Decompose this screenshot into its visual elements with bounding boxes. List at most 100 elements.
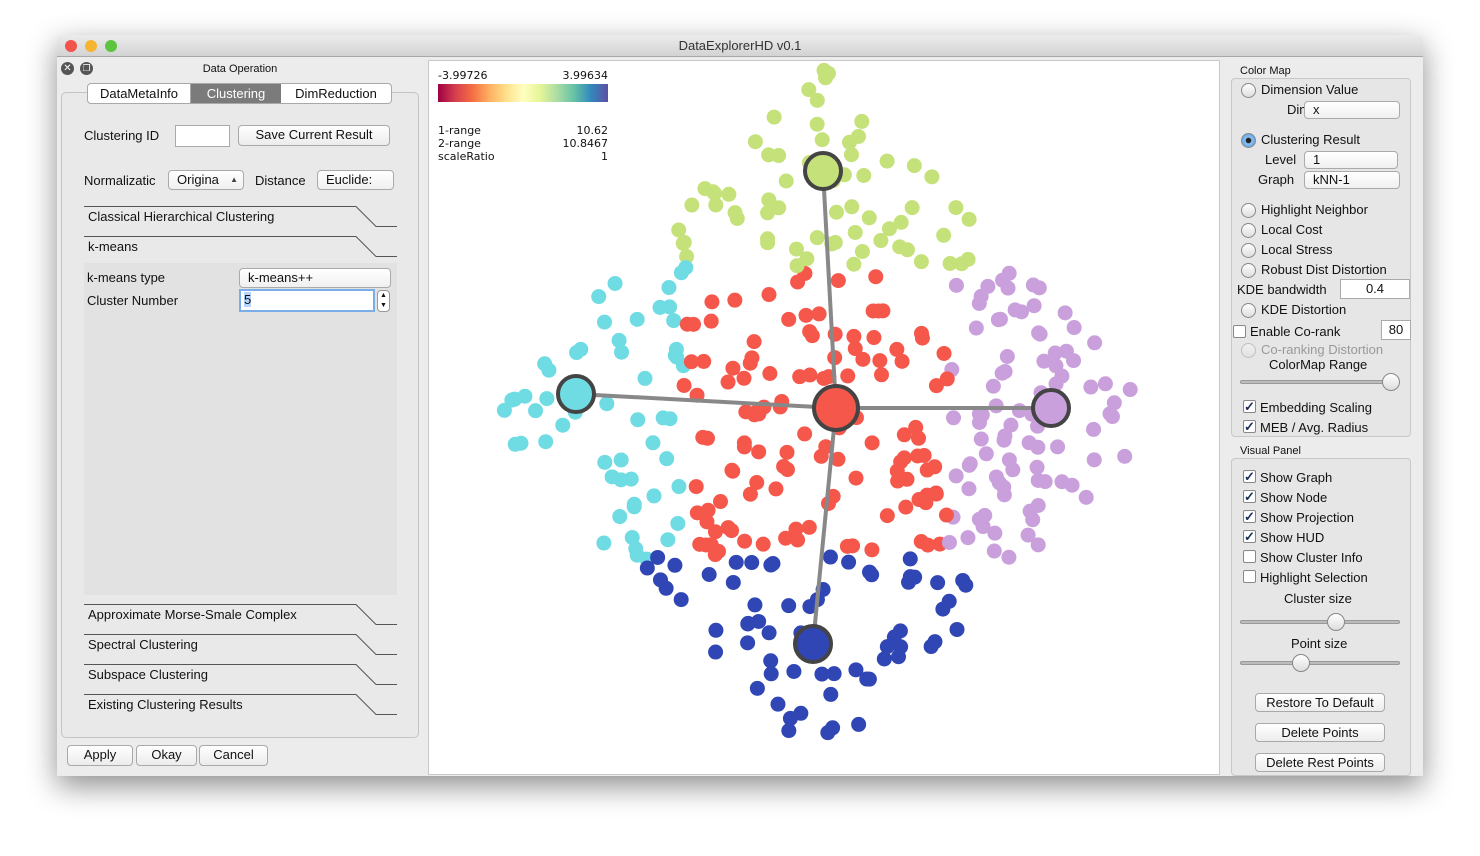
data-point[interactable] bbox=[742, 355, 758, 371]
data-point[interactable] bbox=[569, 345, 585, 361]
data-point[interactable] bbox=[828, 204, 844, 220]
data-point[interactable] bbox=[986, 543, 1002, 559]
data-point[interactable] bbox=[904, 200, 920, 216]
data-point[interactable] bbox=[689, 505, 705, 521]
data-point[interactable] bbox=[599, 396, 615, 412]
data-point[interactable] bbox=[779, 462, 795, 478]
data-point[interactable] bbox=[678, 260, 694, 276]
data-point[interactable] bbox=[1029, 459, 1045, 475]
data-point[interactable] bbox=[630, 412, 646, 428]
data-point[interactable] bbox=[740, 616, 756, 632]
data-point[interactable] bbox=[792, 369, 808, 385]
cluster-size-slider[interactable] bbox=[1240, 613, 1400, 631]
data-point[interactable] bbox=[729, 210, 745, 226]
data-point[interactable] bbox=[786, 663, 802, 679]
cluster-number-stepper[interactable]: ▲ ▼ bbox=[377, 290, 390, 312]
data-point[interactable] bbox=[538, 434, 554, 450]
clustering-id-input[interactable] bbox=[175, 125, 230, 147]
data-point[interactable] bbox=[705, 184, 721, 200]
data-point[interactable] bbox=[902, 569, 918, 585]
data-point[interactable] bbox=[507, 436, 523, 452]
data-point[interactable] bbox=[842, 134, 858, 150]
data-point[interactable] bbox=[790, 274, 806, 290]
data-point[interactable] bbox=[939, 371, 955, 387]
section-spectral[interactable]: Spectral Clustering bbox=[84, 634, 397, 658]
data-point[interactable] bbox=[985, 378, 1001, 394]
cluster-centroid[interactable] bbox=[812, 384, 860, 432]
data-point[interactable] bbox=[911, 430, 927, 446]
data-point[interactable] bbox=[873, 233, 889, 249]
data-point[interactable] bbox=[938, 507, 954, 523]
data-point[interactable] bbox=[720, 374, 736, 390]
data-point[interactable] bbox=[1087, 335, 1103, 351]
data-point[interactable] bbox=[749, 680, 765, 696]
cancel-button[interactable]: Cancel bbox=[199, 745, 268, 766]
delete-rest-points-button[interactable]: Delete Rest Points bbox=[1255, 753, 1385, 772]
data-point[interactable] bbox=[781, 311, 797, 327]
data-point[interactable] bbox=[899, 471, 915, 487]
data-point[interactable] bbox=[673, 592, 689, 608]
data-point[interactable] bbox=[768, 481, 784, 497]
data-point[interactable] bbox=[830, 273, 846, 289]
data-point[interactable] bbox=[1007, 302, 1023, 318]
data-point[interactable] bbox=[1066, 353, 1082, 369]
local-cost-radio[interactable] bbox=[1241, 223, 1256, 238]
data-point[interactable] bbox=[961, 211, 977, 227]
data-point[interactable] bbox=[675, 235, 691, 251]
cluster-centroid[interactable] bbox=[803, 151, 843, 191]
data-point[interactable] bbox=[645, 435, 661, 451]
data-point[interactable] bbox=[893, 454, 909, 470]
data-point[interactable] bbox=[809, 116, 825, 132]
data-point[interactable] bbox=[923, 639, 939, 655]
data-point[interactable] bbox=[744, 555, 760, 571]
data-point[interactable] bbox=[666, 313, 682, 329]
data-point[interactable] bbox=[771, 200, 787, 216]
cluster-centroid[interactable] bbox=[556, 374, 596, 414]
data-point[interactable] bbox=[763, 557, 779, 573]
data-point[interactable] bbox=[727, 292, 743, 308]
data-point[interactable] bbox=[846, 256, 862, 272]
data-point[interactable] bbox=[804, 328, 820, 344]
data-point[interactable] bbox=[864, 542, 880, 558]
data-point[interactable] bbox=[670, 515, 686, 531]
data-point[interactable] bbox=[623, 471, 639, 487]
data-point[interactable] bbox=[637, 370, 653, 386]
data-point[interactable] bbox=[961, 481, 977, 497]
dimension-value-radio[interactable] bbox=[1241, 83, 1256, 98]
minimize-button[interactable] bbox=[85, 40, 97, 52]
data-point[interactable] bbox=[613, 452, 629, 468]
data-point[interactable] bbox=[662, 411, 678, 427]
tab-dimreduction[interactable]: DimReduction bbox=[281, 84, 391, 103]
data-point[interactable] bbox=[839, 538, 855, 554]
data-point[interactable] bbox=[761, 147, 777, 163]
data-point[interactable] bbox=[988, 398, 1004, 414]
data-point[interactable] bbox=[736, 370, 752, 386]
data-point[interactable] bbox=[496, 402, 512, 418]
data-point[interactable] bbox=[941, 534, 957, 550]
slider-handle[interactable] bbox=[1326, 613, 1345, 631]
data-point[interactable] bbox=[725, 574, 741, 590]
data-point[interactable] bbox=[1025, 512, 1041, 528]
data-point[interactable] bbox=[999, 348, 1015, 364]
data-point[interactable] bbox=[911, 492, 927, 508]
data-point[interactable] bbox=[686, 316, 702, 332]
data-point[interactable] bbox=[740, 635, 756, 651]
data-point[interactable] bbox=[607, 275, 623, 291]
data-point[interactable] bbox=[1001, 265, 1017, 281]
data-point[interactable] bbox=[629, 547, 645, 563]
data-point[interactable] bbox=[844, 199, 860, 215]
level-select[interactable]: 1 bbox=[1304, 151, 1398, 169]
data-point[interactable] bbox=[721, 186, 737, 202]
data-point[interactable] bbox=[936, 345, 952, 361]
embedding-canvas[interactable]: -3.99726 3.99634 1-range 10.62 2-range 10.… bbox=[428, 60, 1220, 775]
embedding-scaling-checkbox[interactable]: ✓ bbox=[1243, 400, 1256, 413]
data-point[interactable] bbox=[902, 551, 918, 567]
data-point[interactable] bbox=[797, 426, 813, 442]
data-point[interactable] bbox=[968, 320, 984, 336]
kde-bandwidth-input[interactable]: 0.4 bbox=[1340, 279, 1410, 299]
data-point[interactable] bbox=[746, 334, 762, 350]
normalization-select[interactable]: Origina ▲ bbox=[168, 170, 244, 190]
apply-button[interactable]: Apply bbox=[67, 745, 133, 766]
data-point[interactable] bbox=[778, 173, 794, 189]
meb-checkbox[interactable]: ✓ bbox=[1243, 420, 1256, 433]
